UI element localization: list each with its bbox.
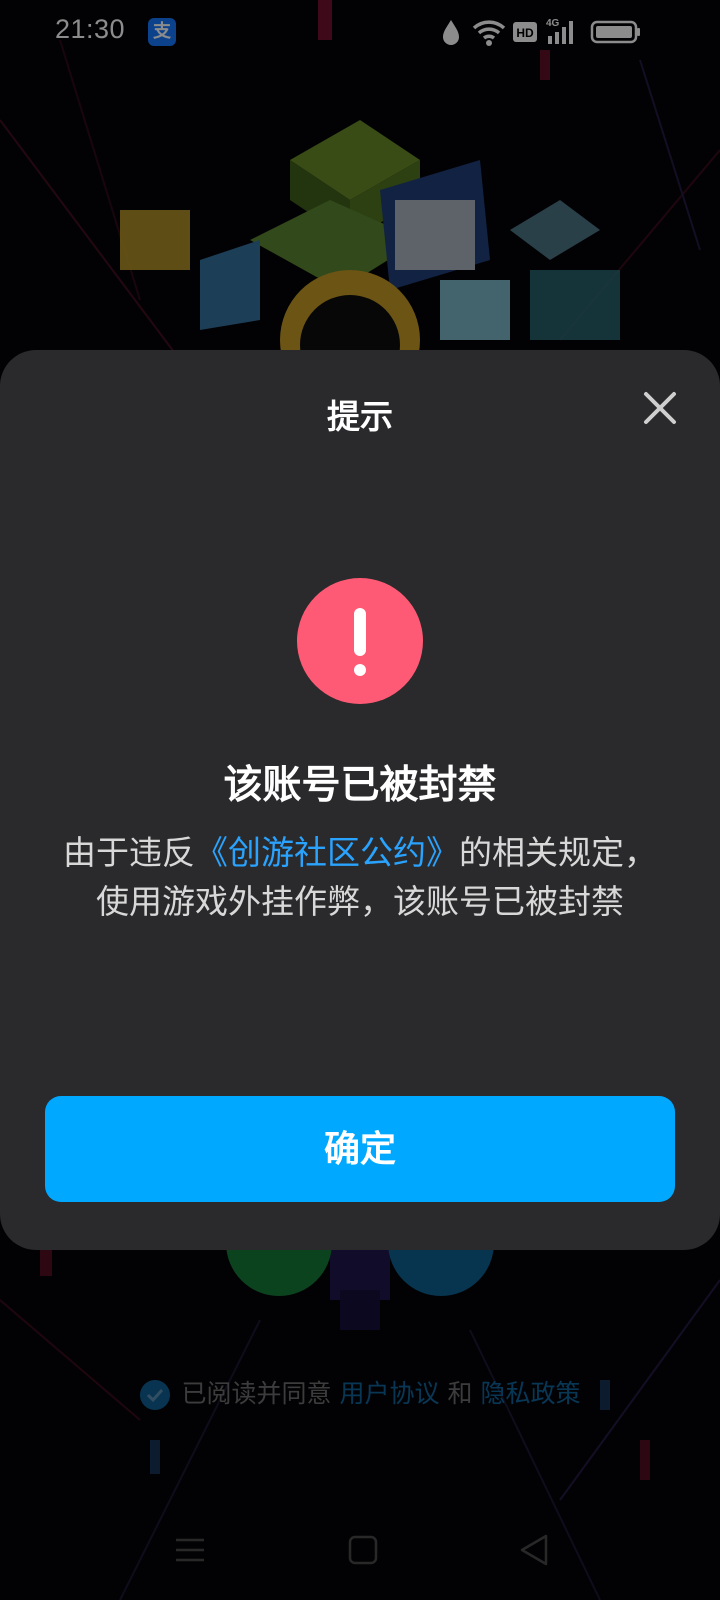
message-prefix: 由于违反 xyxy=(63,833,195,872)
confirm-button[interactable]: 确定 xyxy=(45,1096,675,1202)
close-icon[interactable] xyxy=(634,382,686,434)
ban-message: 由于违反《创游社区公约》的相关规定，使用游戏外挂作弊，该账号已被封禁 xyxy=(52,828,668,926)
dialog-title: 提示 xyxy=(327,397,393,436)
exclamation-icon xyxy=(297,578,423,704)
community-rules-link[interactable]: 《创游社区公约》 xyxy=(195,833,459,872)
ban-heading: 该账号已被封禁 xyxy=(223,763,497,808)
ban-notice-dialog: 提示 该账号已被封禁 由于违反《创游社区公约》的相关规定，使用游戏外挂作弊，该账… xyxy=(0,350,720,1250)
